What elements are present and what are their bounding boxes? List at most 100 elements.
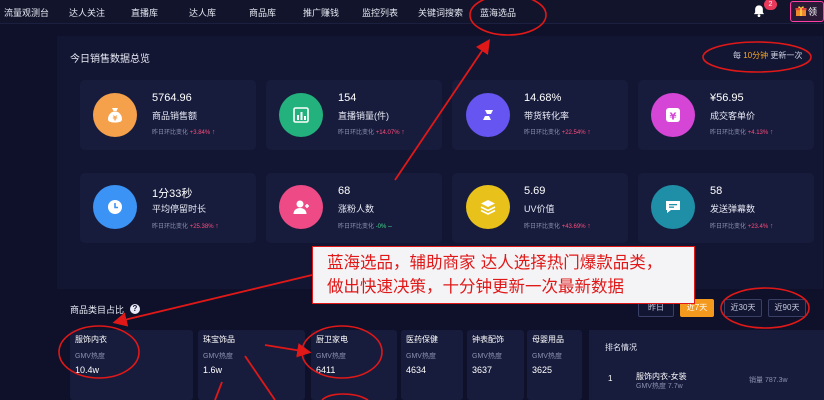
change-percent: +4.13% bbox=[747, 130, 769, 136]
money-bag-icon: ¥ bbox=[93, 93, 137, 137]
nav-item-monitor-list[interactable]: 监控列表 bbox=[362, 6, 398, 19]
metric-change: 昨日环比变化 +43.69% ↑ bbox=[524, 223, 591, 230]
rank-sales-value: 787.3w bbox=[764, 377, 788, 384]
ranking-title: 排名情况 bbox=[605, 343, 637, 352]
category-name: 钟表配饰 bbox=[472, 335, 504, 344]
chat-icon bbox=[651, 185, 695, 229]
metric-change: 昨日环比变化 +23.4% ↑ bbox=[710, 223, 774, 230]
change-label: 昨日环比变化 bbox=[524, 130, 561, 136]
metric-label: 成交客单价 bbox=[710, 111, 756, 121]
banner-line: 蓝海选品，辅助商家 达人选择热门爆款品类， bbox=[327, 253, 663, 272]
change-label: 昨日环比变化 bbox=[338, 224, 375, 230]
top-nav: 流量观测台 达人关注 直播库 达人库 商品库 推广赚钱 监控列表 关键词搜索 蓝… bbox=[0, 0, 824, 24]
category-name: 厨卫家电 bbox=[316, 335, 348, 344]
nav-item-keyword-search[interactable]: 关键词搜索 bbox=[418, 6, 463, 19]
metric-change: 昨日环比变化 +4.13% ↑ bbox=[710, 129, 774, 136]
rank-item-gmv: GMV热度 7.7w bbox=[636, 381, 683, 391]
category-value: 3625 bbox=[532, 365, 553, 375]
change-label: 昨日环比变化 bbox=[152, 130, 189, 136]
metric-label: 发送弹幕数 bbox=[710, 204, 756, 214]
category-card[interactable]: 母婴用品 GMV热度 3625 bbox=[527, 330, 582, 400]
change-percent: +23.4% bbox=[747, 224, 769, 230]
nav-item-followed-influencers[interactable]: 达人关注 bbox=[69, 6, 105, 19]
annotation-banner: 蓝海选品，辅助商家 达人选择热门爆款品类， 做出快速决策，十分钟更新一次最新数据 bbox=[312, 246, 695, 304]
nav-item-promote[interactable]: 推广赚钱 bbox=[303, 6, 339, 19]
svg-text:¥: ¥ bbox=[670, 112, 677, 123]
category-card[interactable]: 服饰内衣 GMV热度 10.4w bbox=[70, 330, 193, 400]
svg-text:¥: ¥ bbox=[113, 115, 118, 123]
range-90-days[interactable]: 近90天 bbox=[768, 299, 806, 317]
metric-label: 商品销售额 bbox=[152, 111, 198, 121]
metric-change: 昨日环比变化 +3.84% ↑ bbox=[152, 129, 216, 136]
refresh-notice: 每 10分钟 更新一次 bbox=[733, 50, 802, 61]
category-value: 4634 bbox=[406, 365, 427, 375]
metric-change: 昨日环比变化 +14.07% ↑ bbox=[338, 129, 405, 136]
gmv-label: GMV热度 bbox=[203, 353, 233, 360]
category-name: 医药保健 bbox=[406, 335, 438, 344]
metric-label: UV价值 bbox=[524, 204, 555, 214]
metric-value: 58 bbox=[710, 185, 723, 197]
notification-badge: 2 bbox=[764, 0, 777, 10]
category-card[interactable]: 珠宝饰品 GMV热度 1.6w bbox=[198, 330, 305, 400]
category-name: 母婴用品 bbox=[532, 335, 564, 344]
gift-label: 领 bbox=[808, 7, 818, 17]
metric-value: 5764.96 bbox=[152, 92, 192, 104]
change-label: 昨日环比变化 bbox=[710, 224, 747, 230]
rank-gmv-label: GMV热度 bbox=[636, 383, 666, 390]
gmv-label: GMV热度 bbox=[316, 353, 346, 360]
nav-item-blue-ocean[interactable]: 蓝海选品 bbox=[480, 6, 516, 19]
user-icon bbox=[279, 185, 323, 229]
layers-icon bbox=[466, 185, 510, 229]
change-label: 昨日环比变化 bbox=[152, 224, 189, 230]
metric-change: 昨日环比变化 -0% – bbox=[338, 223, 392, 230]
metric-label: 带货转化率 bbox=[524, 111, 570, 121]
category-card[interactable]: 医药保健 GMV热度 4634 bbox=[401, 330, 463, 400]
metric-change: 昨日环比变化 +25.38% ↑ bbox=[152, 223, 219, 230]
change-percent: +14.07% bbox=[375, 130, 400, 136]
metric-change: 昨日环比变化 +22.54% ↑ bbox=[524, 129, 591, 136]
change-percent: +25.38% bbox=[189, 224, 214, 230]
refresh-interval: 10分钟 bbox=[743, 51, 769, 60]
nav-item-product-library[interactable]: 商品库 bbox=[249, 6, 276, 19]
change-percent: +3.84% bbox=[189, 130, 211, 136]
nav-item-live-library[interactable]: 直播库 bbox=[131, 6, 158, 19]
rank-item-sales: 销量 787.3w bbox=[749, 375, 788, 385]
metric-value: 5.69 bbox=[524, 185, 546, 197]
gift-button[interactable]: 领 bbox=[790, 1, 824, 22]
metric-value: 1分33秒 bbox=[152, 188, 193, 200]
bar-chart-icon bbox=[279, 93, 323, 137]
gmv-label: GMV热度 bbox=[75, 353, 105, 360]
conversion-icon bbox=[466, 93, 510, 137]
nav-item-traffic[interactable]: 流量观测台 bbox=[4, 6, 49, 19]
change-percent: +43.69% bbox=[561, 224, 586, 230]
metric-label: 涨粉人数 bbox=[338, 204, 375, 214]
nav-item-influencer-library[interactable]: 达人库 bbox=[189, 6, 216, 19]
category-name: 珠宝饰品 bbox=[203, 335, 235, 344]
help-icon[interactable]: ? bbox=[130, 304, 140, 314]
metric-value: 14.68% bbox=[524, 92, 562, 104]
category-name: 服饰内衣 bbox=[75, 335, 107, 344]
clock-icon bbox=[93, 185, 137, 229]
gift-icon bbox=[795, 6, 807, 16]
gmv-label: GMV热度 bbox=[472, 353, 502, 360]
category-card[interactable]: 厨卫家电 GMV热度 6411 bbox=[311, 330, 397, 400]
rank-gmv-value: 7.7w bbox=[667, 383, 683, 390]
category-value: 10.4w bbox=[75, 365, 100, 375]
change-percent: +22.54% bbox=[561, 130, 586, 136]
refresh-prefix: 每 bbox=[733, 51, 744, 60]
rank-number: 1 bbox=[608, 374, 613, 383]
rank-sales-label: 销量 bbox=[749, 377, 763, 384]
metric-value: ¥56.95 bbox=[710, 92, 744, 104]
refresh-suffix: 更新一次 bbox=[768, 51, 803, 60]
yen-icon: ¥ bbox=[651, 93, 695, 137]
metric-value: 68 bbox=[338, 185, 351, 197]
ranking-panel: 排名情况 1 服饰内衣-女装 GMV热度 7.7w 销量 787.3w bbox=[589, 330, 824, 400]
range-30-days[interactable]: 近30天 bbox=[724, 299, 762, 317]
metric-label: 平均停留时长 bbox=[152, 204, 207, 214]
change-label: 昨日环比变化 bbox=[710, 130, 747, 136]
banner-line: 做出快速决策，十分钟更新一次最新数据 bbox=[327, 277, 624, 296]
metric-value: 154 bbox=[338, 92, 357, 104]
category-value: 3637 bbox=[472, 365, 493, 375]
gmv-label: GMV热度 bbox=[406, 353, 436, 360]
category-card[interactable]: 钟表配饰 GMV热度 3637 bbox=[467, 330, 524, 400]
